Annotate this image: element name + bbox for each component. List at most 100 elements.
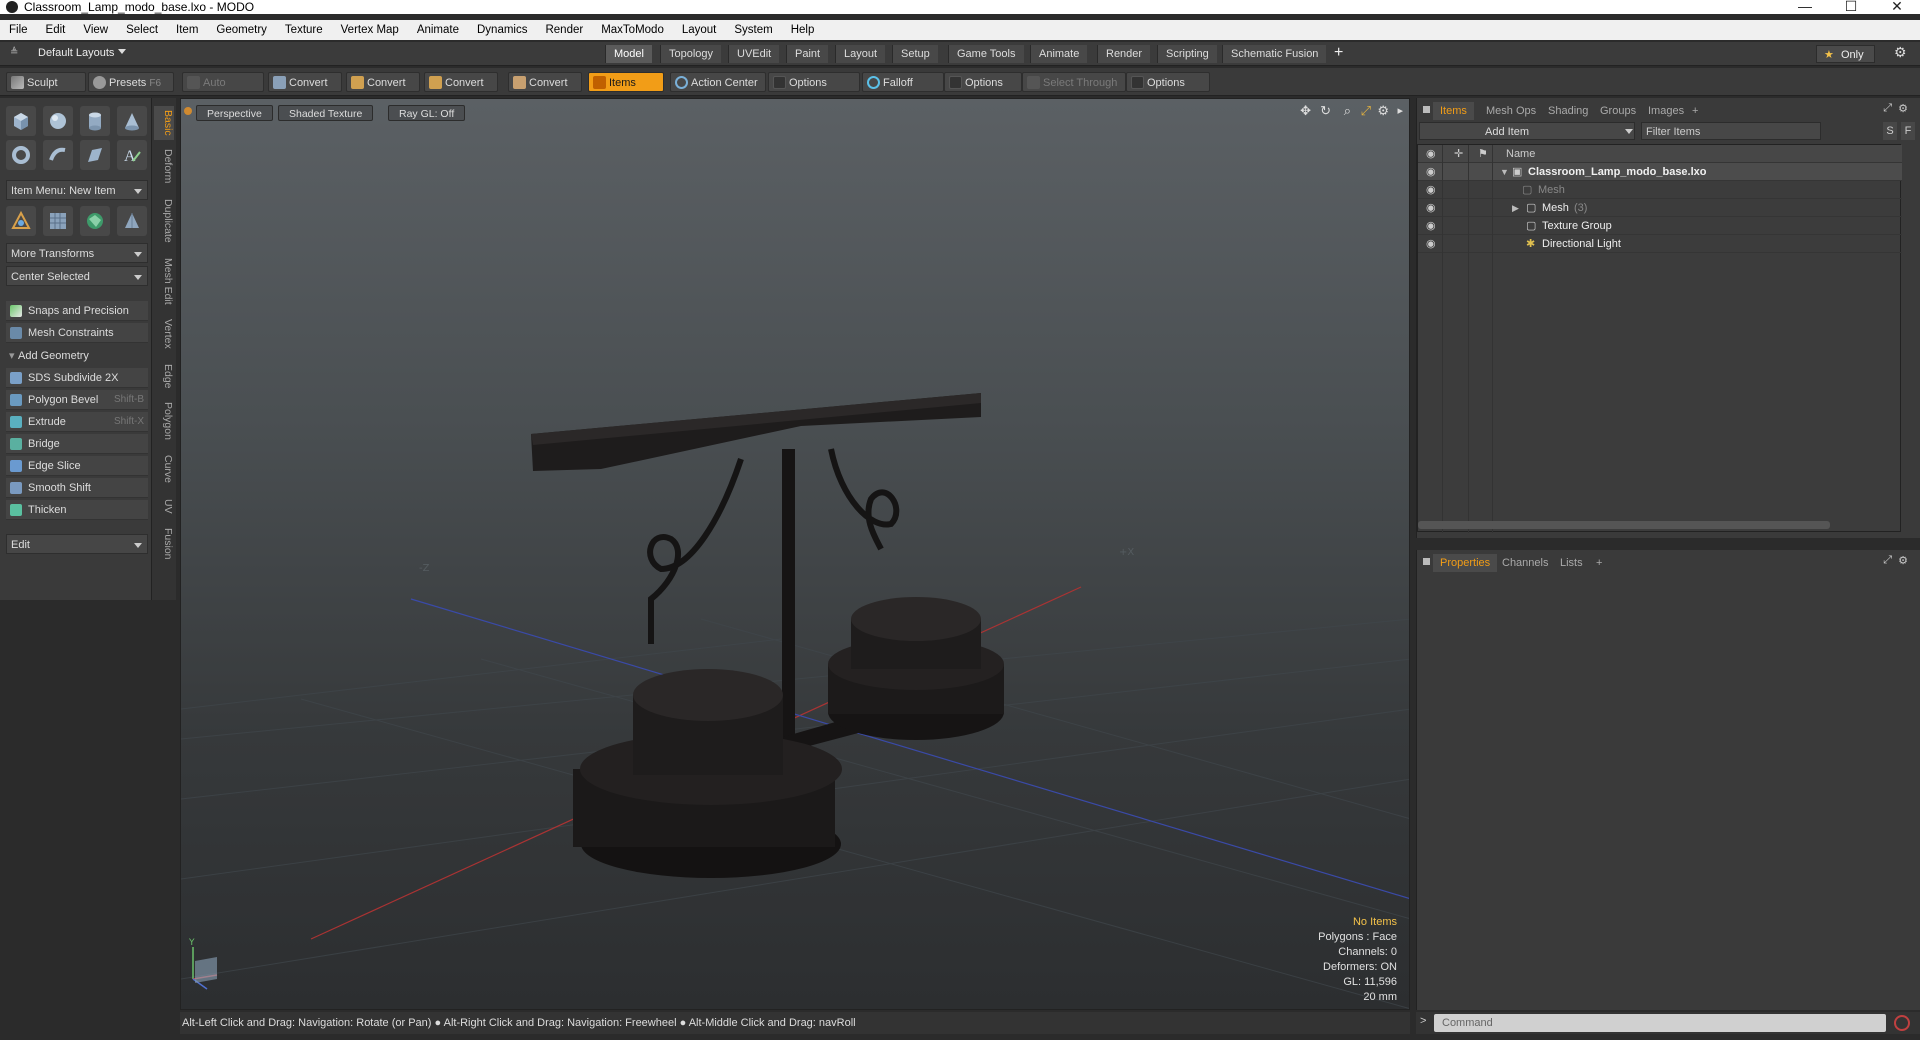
tool-polygon-bevel[interactable]: Polygon Bevel Shift-B [6, 390, 148, 410]
record-icon[interactable] [1894, 1015, 1910, 1031]
eye-icon[interactable]: ◉ [1426, 163, 1436, 181]
menu-item[interactable]: Item [167, 24, 207, 36]
mesh-constraints-button[interactable]: Mesh Constraints [6, 323, 148, 343]
tab-scripting[interactable]: Scripting [1157, 45, 1217, 63]
select-through-button[interactable]: Select Through [1022, 72, 1126, 92]
convert-polygon-button[interactable]: Convert [424, 72, 498, 92]
command-input[interactable]: Command [1434, 1014, 1886, 1032]
add-panel-tab-button[interactable]: + [1589, 554, 1609, 572]
filter-items-input[interactable]: Filter Items [1641, 122, 1821, 140]
vtab-fusion[interactable]: Fusion [154, 524, 174, 564]
menu-system[interactable]: System [725, 24, 781, 36]
tab-paint[interactable]: Paint [786, 45, 829, 63]
pen-icon[interactable] [80, 140, 110, 170]
maximize-panel-icon[interactable]: ⤢ [1883, 102, 1892, 115]
vtab-vertex[interactable]: Vertex [154, 314, 174, 354]
tab-items[interactable]: Items [1433, 102, 1474, 120]
sculpt-button[interactable]: Sculpt [6, 72, 86, 92]
sphere-icon[interactable] [43, 106, 73, 136]
tab-shading[interactable]: Shading [1541, 102, 1595, 120]
column-name-header[interactable]: Name [1506, 145, 1535, 163]
vtab-uv[interactable]: UV [154, 494, 174, 518]
convert-edge-button[interactable]: Convert [346, 72, 420, 92]
tab-animate[interactable]: Animate [1030, 45, 1088, 63]
add-panel-tab-button[interactable]: + [1685, 102, 1705, 120]
eye-icon[interactable]: ◉ [1426, 217, 1436, 235]
tab-lists[interactable]: Lists [1553, 554, 1590, 572]
tab-setup[interactable]: Setup [892, 45, 938, 63]
auto-select-button[interactable]: Auto Select [182, 72, 264, 109]
item-menu-dropdown[interactable]: Item Menu: New Item [6, 180, 148, 200]
expand-arrow-icon[interactable]: ▶ [1512, 199, 1519, 217]
menu-help[interactable]: Help [782, 24, 824, 36]
list-item[interactable]: ◉ ▶ ▢ Mesh (3) [1418, 199, 1902, 217]
add-tab-button[interactable]: + [1334, 44, 1343, 62]
menu-geometry[interactable]: Geometry [207, 24, 276, 36]
tab-layout[interactable]: Layout [835, 45, 886, 63]
tab-uvedit[interactable]: UVEdit [728, 45, 780, 63]
minimize-button[interactable]: — [1782, 0, 1828, 14]
add-geometry-section[interactable]: ▾ Add Geometry [6, 346, 148, 366]
cube-icon[interactable] [6, 106, 36, 136]
eye-icon[interactable]: ◉ [1426, 181, 1436, 199]
menu-animate[interactable]: Animate [408, 24, 468, 36]
maximize-button[interactable]: ☐ [1828, 0, 1874, 15]
layout-menu-icon[interactable]: ≜ [10, 47, 18, 58]
close-button[interactable]: ✕ [1874, 0, 1920, 15]
eye-icon[interactable]: ◉ [1426, 235, 1436, 253]
snaps-precision-button[interactable]: Snaps and Precision [6, 301, 148, 321]
tab-render[interactable]: Render [1097, 45, 1151, 63]
menu-render[interactable]: Render [536, 24, 592, 36]
options-button-1[interactable]: Options [768, 72, 860, 92]
panel-menu-icon[interactable] [1423, 558, 1430, 565]
menu-vertex-map[interactable]: Vertex Map [332, 24, 408, 36]
convert-item-button[interactable]: Convert [508, 72, 582, 92]
convert-vertex-button[interactable]: Convert [268, 72, 342, 92]
filter-f-button[interactable]: F [1901, 122, 1915, 140]
cone-icon[interactable] [117, 106, 147, 136]
action-center-button[interactable]: Action Center [670, 72, 766, 92]
tool-edge-slice[interactable]: Edge Slice [6, 456, 148, 476]
tool-smooth-shift[interactable]: Smooth Shift [6, 478, 148, 498]
menu-texture[interactable]: Texture [276, 24, 332, 36]
filter-s-button[interactable]: S [1883, 122, 1897, 140]
tool-extrude[interactable]: Extrude Shift-X [6, 412, 148, 432]
tab-model[interactable]: Model [605, 45, 652, 63]
expand-arrow-icon[interactable]: ▼ [1500, 163, 1509, 181]
vtab-edge[interactable]: Edge [154, 360, 174, 392]
falloff-button[interactable]: Falloff [862, 72, 944, 92]
tool-bridge[interactable]: Bridge [6, 434, 148, 454]
tab-topology[interactable]: Topology [660, 45, 722, 63]
tab-properties[interactable]: Properties [1433, 554, 1498, 572]
tab-schematic-fusion[interactable]: Schematic Fusion [1222, 45, 1327, 63]
tab-mesh-ops[interactable]: Mesh Ops [1479, 102, 1543, 120]
options-button-3[interactable]: Options [1126, 72, 1210, 92]
panel-gear-icon[interactable]: ⚙ [1898, 554, 1908, 567]
list-item[interactable]: ◉ ▢ Mesh [1418, 181, 1902, 199]
vtab-duplicate[interactable]: Duplicate [154, 194, 174, 248]
torus-icon[interactable] [6, 140, 36, 170]
edit-dropdown[interactable]: Edit [6, 534, 148, 554]
vtab-curve[interactable]: Curve [154, 450, 174, 488]
add-item-dropdown[interactable]: Add Item [1419, 122, 1635, 140]
tab-channels[interactable]: Channels [1495, 554, 1555, 572]
menu-layout[interactable]: Layout [673, 24, 726, 36]
tab-groups[interactable]: Groups [1593, 102, 1643, 120]
gear-icon[interactable]: ⚙ [1894, 44, 1907, 61]
menu-select[interactable]: Select [117, 24, 167, 36]
menu-view[interactable]: View [74, 24, 117, 36]
panel-gear-icon[interactable]: ⚙ [1898, 102, 1908, 115]
more-transforms-dropdown[interactable]: More Transforms [6, 243, 148, 263]
tab-game-tools[interactable]: Game Tools [948, 45, 1024, 63]
tube-icon[interactable] [43, 140, 73, 170]
tool-thicken[interactable]: Thicken [6, 500, 148, 520]
options-button-2[interactable]: Options [944, 72, 1022, 92]
tool-sds-subdivide[interactable]: SDS Subdivide 2X [6, 368, 148, 388]
panel-menu-icon[interactable] [1423, 106, 1430, 113]
globe-icon[interactable] [80, 206, 110, 236]
vtab-mesh-edit[interactable]: Mesh Edit [154, 254, 174, 308]
text-icon[interactable]: A [117, 140, 147, 170]
list-item[interactable]: ◉ ✱ Directional Light [1418, 235, 1902, 253]
horizontal-scrollbar[interactable] [1418, 521, 1830, 529]
menu-edit[interactable]: Edit [37, 24, 75, 36]
